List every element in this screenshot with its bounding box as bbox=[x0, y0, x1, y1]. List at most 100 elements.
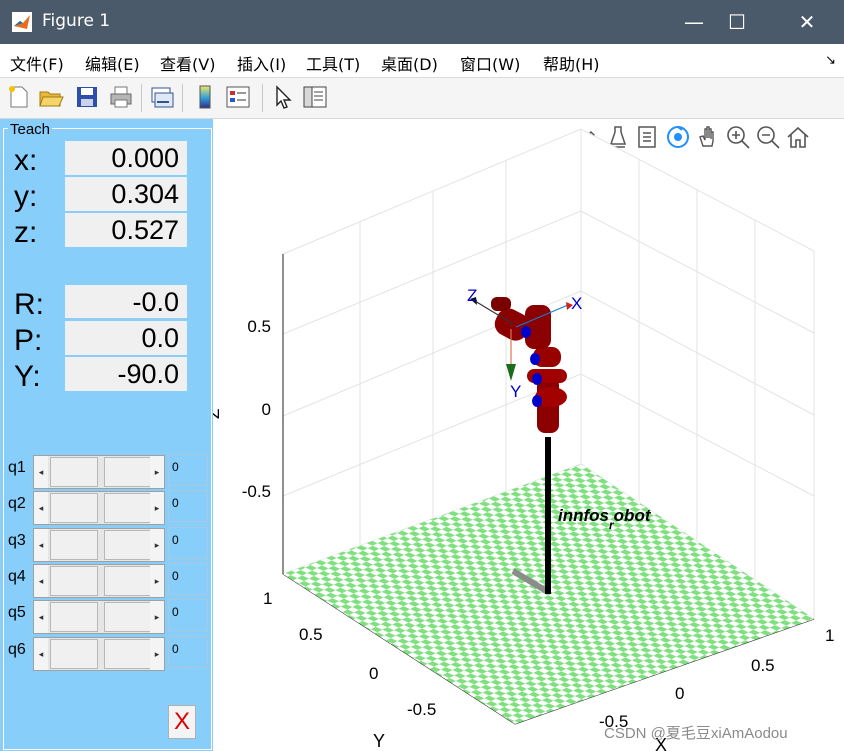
joint-slider-q3[interactable]: ◂ ▸ bbox=[33, 528, 165, 562]
robot-joint-marker bbox=[521, 326, 531, 338]
slider-left-arrow-icon[interactable]: ◂ bbox=[34, 529, 48, 561]
joint-value-q2[interactable]: 0 bbox=[168, 490, 208, 522]
yaw-value: -90.0 bbox=[65, 357, 187, 391]
slider-right-arrow-icon[interactable]: ▸ bbox=[150, 492, 164, 524]
z-tick-label: -0.5 bbox=[242, 482, 271, 501]
print-icon[interactable] bbox=[108, 84, 134, 110]
teach-panel: Teach x: 0.000 y: 0.304 z: 0.527 R: -0.0… bbox=[0, 119, 213, 751]
frame-y-label: Y bbox=[510, 382, 521, 401]
robot-name-tail: obot bbox=[614, 506, 652, 525]
menu-file[interactable]: 文件(F) bbox=[10, 51, 64, 75]
x-tick-label: 1 bbox=[825, 626, 834, 645]
joint-slider-q2[interactable]: ◂ ▸ bbox=[33, 491, 165, 525]
joint-label-q4: q4 bbox=[8, 568, 26, 585]
joint-slider-q1[interactable]: ◂ ▸ bbox=[33, 455, 165, 489]
joint-label-q5: q5 bbox=[8, 604, 26, 621]
slider-left-arrow-icon[interactable]: ◂ bbox=[34, 638, 48, 670]
slider-right-arrow-icon[interactable]: ▸ bbox=[150, 456, 164, 488]
slider-track[interactable] bbox=[50, 602, 98, 632]
robot-name-main: innfos bbox=[558, 506, 609, 525]
joint-value-q1[interactable]: 0 bbox=[168, 454, 208, 486]
menu-help[interactable]: 帮助(H) bbox=[543, 51, 600, 75]
slider-thumb[interactable] bbox=[104, 566, 152, 596]
roll-label: R: bbox=[14, 288, 44, 321]
slider-thumb[interactable] bbox=[104, 639, 152, 669]
slider-thumb[interactable] bbox=[104, 602, 152, 632]
menu-window[interactable]: 窗口(W) bbox=[460, 51, 520, 75]
menu-view[interactable]: 查看(V) bbox=[160, 51, 215, 75]
slider-left-arrow-icon[interactable]: ◂ bbox=[34, 456, 48, 488]
joint-slider-q6[interactable]: ◂ ▸ bbox=[33, 637, 165, 671]
joint-label-q6: q6 bbox=[8, 641, 26, 658]
property-inspector-icon[interactable] bbox=[302, 84, 328, 110]
slider-track[interactable] bbox=[50, 639, 98, 669]
dock-arrow-icon[interactable]: ↘ bbox=[825, 52, 836, 68]
matlab-logo-icon bbox=[12, 12, 32, 32]
minimize-icon: — bbox=[684, 10, 704, 34]
joint-value-q3[interactable]: 0 bbox=[168, 527, 208, 559]
teach-panel-title: Teach bbox=[8, 121, 53, 138]
save-icon[interactable] bbox=[74, 84, 100, 110]
slider-track[interactable] bbox=[50, 493, 98, 523]
new-figure-icon[interactable] bbox=[6, 84, 32, 110]
pitch-value: 0.0 bbox=[65, 321, 187, 355]
frame-x-label: X bbox=[571, 294, 582, 313]
joint-value-q5[interactable]: 0 bbox=[168, 599, 208, 631]
slider-thumb[interactable] bbox=[104, 530, 152, 560]
slider-left-arrow-icon[interactable]: ◂ bbox=[34, 601, 48, 633]
link-plot-icon[interactable] bbox=[149, 84, 175, 110]
slider-right-arrow-icon[interactable]: ▸ bbox=[150, 565, 164, 597]
figure-toolbar bbox=[0, 78, 844, 119]
x-tick-label: 0 bbox=[675, 684, 684, 703]
select-pointer-icon[interactable] bbox=[270, 84, 296, 110]
figure-window: Figure 1 — ☐ ✕ 文件(F) 编辑(E) 查看(V) 插入(I) 工… bbox=[0, 0, 844, 751]
x-label: x: bbox=[14, 144, 38, 177]
robot-joint-marker bbox=[530, 353, 540, 365]
menu-desktop[interactable]: 桌面(D) bbox=[381, 51, 438, 75]
roll-value: -0.0 bbox=[65, 285, 187, 319]
title-bar: Figure 1 — ☐ ✕ bbox=[0, 0, 844, 44]
menu-tools[interactable]: 工具(T) bbox=[306, 51, 360, 75]
slider-thumb[interactable] bbox=[104, 493, 152, 523]
slider-track[interactable] bbox=[50, 457, 98, 487]
menu-edit[interactable]: 编辑(E) bbox=[85, 51, 140, 75]
frame-z-label: Z bbox=[467, 286, 477, 305]
z-label: z: bbox=[14, 216, 38, 249]
slider-right-arrow-icon[interactable]: ▸ bbox=[150, 638, 164, 670]
y-label: y: bbox=[14, 180, 38, 213]
open-file-icon[interactable] bbox=[38, 84, 64, 110]
joint-slider-q4[interactable]: ◂ ▸ bbox=[33, 564, 165, 598]
slider-left-arrow-icon[interactable]: ◂ bbox=[34, 492, 48, 524]
insert-colorbar-icon[interactable] bbox=[192, 84, 218, 110]
y-axis-label: Y bbox=[373, 731, 385, 751]
slider-left-arrow-icon[interactable]: ◂ bbox=[34, 565, 48, 597]
slider-right-arrow-icon[interactable]: ▸ bbox=[150, 601, 164, 633]
teach-close-button[interactable]: X bbox=[168, 705, 196, 739]
joint-slider-q5[interactable]: ◂ ▸ bbox=[33, 600, 165, 634]
slider-track[interactable] bbox=[50, 566, 98, 596]
z-tick-label: 0.5 bbox=[247, 317, 271, 336]
3d-axes[interactable]: 0.5 0 -0.5 Z 1 0.5 0 -0.5 Y 1 0.5 0 -0.5… bbox=[213, 119, 844, 751]
slider-track[interactable] bbox=[50, 530, 98, 560]
plot-area[interactable]: 0.5 0 -0.5 Z 1 0.5 0 -0.5 Y 1 0.5 0 -0.5… bbox=[213, 119, 844, 751]
insert-legend-icon[interactable] bbox=[225, 84, 251, 110]
x-tick-label: 0.5 bbox=[751, 656, 775, 675]
close-window-button[interactable]: ✕ bbox=[777, 0, 837, 44]
joint-value-q4[interactable]: 0 bbox=[168, 563, 208, 595]
maximize-icon: ☐ bbox=[728, 10, 746, 34]
pitch-label: P: bbox=[14, 324, 43, 357]
menu-insert[interactable]: 插入(I) bbox=[237, 51, 286, 75]
toolbar-separator bbox=[141, 84, 142, 112]
close-icon: ✕ bbox=[798, 10, 816, 34]
toolbar-separator bbox=[262, 84, 263, 112]
y-tick-label: -0.5 bbox=[407, 700, 436, 719]
maximize-button[interactable]: ☐ bbox=[707, 0, 767, 44]
robot-link bbox=[491, 297, 511, 311]
robot-joint-marker bbox=[532, 395, 542, 407]
toolbar-separator bbox=[182, 84, 183, 112]
slider-thumb[interactable] bbox=[104, 457, 152, 487]
slider-right-arrow-icon[interactable]: ▸ bbox=[150, 529, 164, 561]
y-tick-label: 0 bbox=[369, 664, 378, 683]
x-value: 0.000 bbox=[65, 141, 187, 175]
joint-value-q6[interactable]: 0 bbox=[168, 636, 208, 668]
